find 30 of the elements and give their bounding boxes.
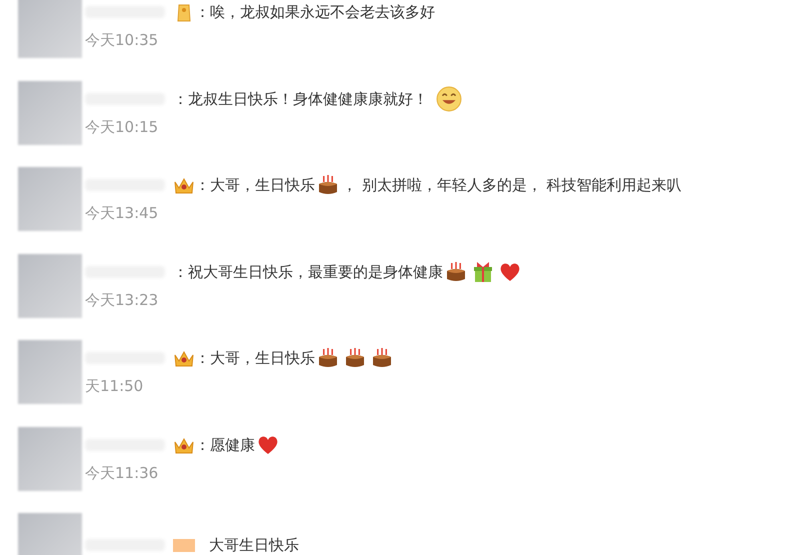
avatar-placeholder (18, 80, 82, 145)
comment-text: ：龙叔生日快乐！身体健健康康就好！ (173, 88, 428, 110)
comment-time: 今天11:36 (85, 462, 160, 484)
cake-icon (317, 174, 339, 196)
comment-time: 今天13:45 (85, 203, 160, 224)
comment-text: ：祝大哥生日快乐，最重要的是身体健康 (173, 262, 443, 283)
comment-time: 今天10:15 (85, 116, 160, 138)
cake-icon (371, 347, 393, 370)
comment-time: 天11:50 (85, 376, 144, 398)
smiley-face-icon (436, 86, 462, 112)
heart-icon (257, 434, 279, 456)
comment-text: ：大哥，生日快乐 (195, 348, 315, 370)
cake-icon (344, 347, 366, 370)
cake-icon (445, 260, 467, 283)
comment-text: ， 别太拼啦，年轻人多的是， 科技智能利用起来叭 (342, 175, 682, 196)
avatar-placeholder (18, 167, 82, 232)
gift-icon (472, 260, 494, 283)
comment-time: 今天10:35 (85, 30, 160, 52)
comment-text: ：唉，龙叔如果永远不会老去该多好 (195, 2, 435, 24)
comment-time: 今天13:23 (85, 290, 160, 311)
comment-text: 大哥生日快乐 (209, 535, 299, 555)
comment-text: ：大哥，生日快乐 (195, 175, 315, 196)
avatar-placeholder (18, 426, 82, 491)
comment-text: ：愿健康 (195, 434, 255, 456)
avatar-placeholder (18, 0, 82, 58)
heart-icon (499, 260, 521, 283)
avatar-placeholder (18, 340, 82, 404)
avatar-placeholder (18, 254, 82, 318)
cake-icon (317, 347, 339, 370)
blurred-badge-icon (173, 538, 195, 552)
